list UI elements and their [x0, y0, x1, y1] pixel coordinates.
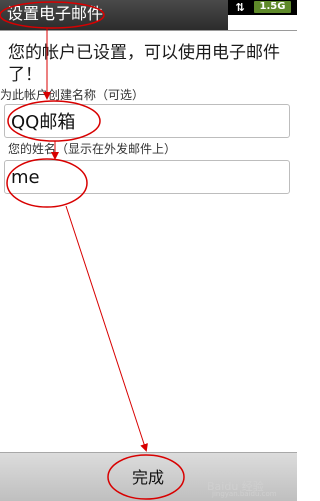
done-button[interactable]: 完成	[116, 464, 180, 492]
account-name-input[interactable]	[4, 104, 290, 138]
watermark-url: jingyan.baidu.com	[212, 490, 277, 498]
account-name-label: 为此帐户创建名称（可选）	[0, 88, 145, 102]
header-divider	[0, 30, 297, 31]
your-name-input[interactable]	[4, 160, 290, 194]
sync-arrows-icon: ⇅	[235, 1, 245, 14]
setup-complete-message: 您的帐户已设置，可以使用电子邮件了！	[8, 43, 280, 85]
arrow-name-to-done	[65, 205, 148, 452]
network-badge: 1.5G	[254, 1, 291, 13]
your-name-label: 您的姓名（显示在外发邮件上）	[8, 142, 177, 156]
title-bar: 设置电子邮件	[0, 0, 228, 30]
page-title: 设置电子邮件	[7, 4, 104, 23]
